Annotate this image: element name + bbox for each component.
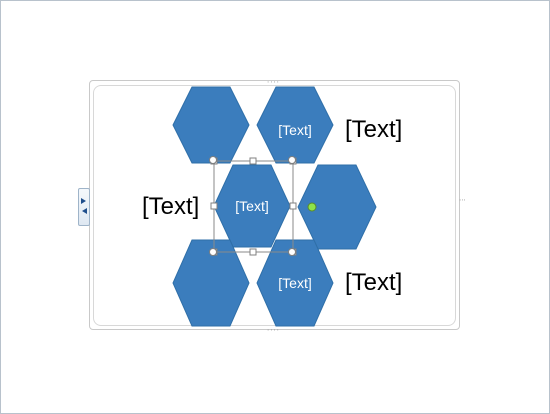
hexagon-top-right-label: [Text]	[278, 122, 311, 138]
resize-handle-left[interactable]	[210, 202, 218, 210]
callout-text-middle-left[interactable]: [Text]	[142, 195, 199, 219]
rotation-handle[interactable]	[307, 202, 317, 212]
hexagon-top-left[interactable]	[172, 86, 250, 164]
hexagon-bottom-right-label: [Text]	[278, 275, 311, 291]
hexagon-cluster: [Text] [Text] [Text]	[172, 86, 377, 327]
resize-handle-right[interactable]	[289, 202, 297, 210]
adjust-handle-bottom-left[interactable]	[209, 248, 217, 256]
hexagon-center-label: [Text]	[235, 198, 268, 214]
callout-text-top-right[interactable]: [Text]	[345, 118, 402, 142]
hexagon-center[interactable]: [Text]	[213, 164, 291, 248]
callout-text-bottom-right[interactable]: [Text]	[345, 271, 402, 295]
adjust-handle-top-right[interactable]	[288, 156, 296, 164]
adjust-handle-bottom-right[interactable]	[288, 248, 296, 256]
adjust-handle-top-left[interactable]	[209, 156, 217, 164]
resize-handle-top[interactable]	[249, 157, 257, 165]
resize-handle-bottom[interactable]	[249, 248, 257, 256]
hexagon-top-right[interactable]: [Text]	[256, 86, 334, 164]
